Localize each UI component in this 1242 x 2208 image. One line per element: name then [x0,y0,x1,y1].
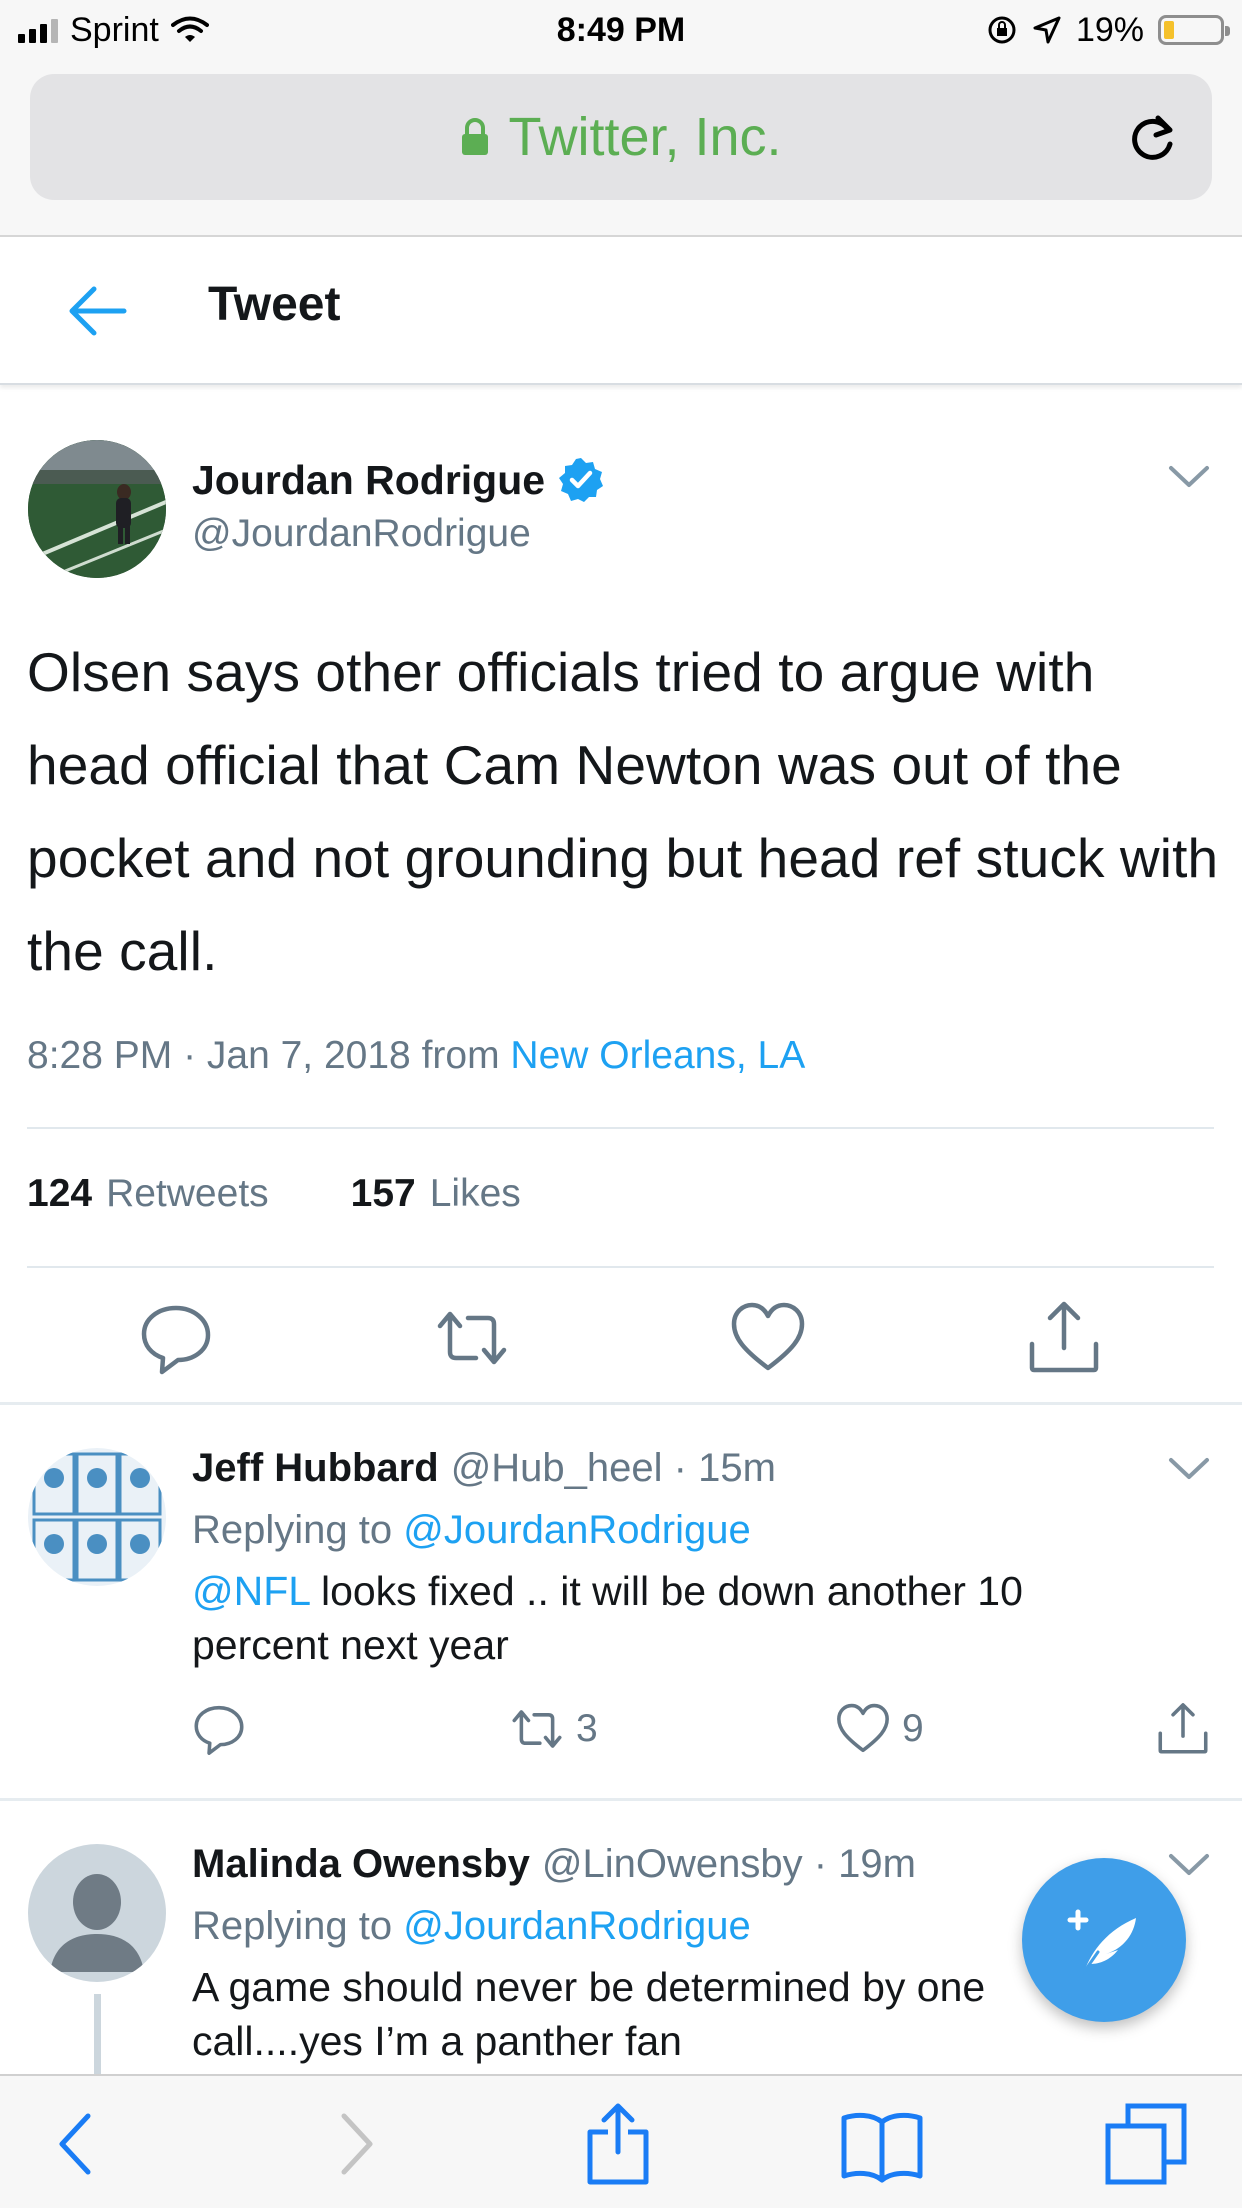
heart-icon[interactable] [730,1300,806,1376]
reply-time: · 15m [673,1446,776,1490]
replying-to-row: Replying to @JourdanRodrigue [192,1904,751,1949]
location-icon [1033,16,1061,44]
status-right: 19% [986,8,1230,52]
tweet-timestamp: 8:28 PM · Jan 7, 2018 from [27,1034,500,1077]
replying-to-row: Replying to @JourdanRodrigue [192,1508,751,1553]
back-icon[interactable] [36,2102,120,2186]
reload-icon[interactable] [1124,110,1180,166]
reply-author-name[interactable]: Jeff Hubbard [192,1446,439,1490]
retweet-count: 3 [576,1707,598,1750]
reply-author-name[interactable]: Malinda Owensby [192,1842,530,1886]
browser-address-area: Twitter, Inc. [0,62,1242,237]
battery-percent: 19% [1075,10,1144,49]
reply-header: Malinda Owensby @LinOwensby · 19m [192,1842,916,1887]
replying-prefix: Replying to [192,1904,393,1948]
divider [27,1266,1214,1268]
thread-line [94,1994,101,2074]
default-avatar-icon [28,1844,166,1982]
site-label-group[interactable]: Twitter, Inc. [30,74,1212,200]
browser-toolbar [0,2074,1242,2208]
avatar-photo [28,440,166,578]
site-name: Twitter, Inc. [508,107,782,167]
reply-icon[interactable] [138,1300,214,1376]
reply-avatar[interactable] [28,1844,166,1982]
compose-feather-icon [1067,1909,1136,1974]
retweet-icon[interactable] [434,1300,510,1376]
share-icon [1158,1703,1208,1754]
reply-body: looks fixed .. it will be down another 1… [192,1568,1023,1668]
tweet-stats: 124 Retweets 157 Likes [27,1172,521,1216]
share-icon[interactable] [576,2102,660,2186]
replying-to-link[interactable]: @JourdanRodrigue [403,1904,750,1948]
author-handle[interactable]: @JourdanRodrigue [192,512,531,556]
back-arrow-icon[interactable] [68,285,128,337]
mention-link[interactable]: @NFL [192,1568,310,1614]
tweet-timestamp-row: 8:28 PM · Jan 7, 2018 from New Orleans, … [27,1034,805,1078]
reply-body: A game should never be determined by one… [192,1964,986,2064]
verified-badge-icon [559,458,604,502]
lock-icon [462,118,489,155]
compose-tweet-button[interactable] [1022,1858,1186,2022]
share-icon[interactable] [1026,1300,1102,1376]
likes-label: Likes [429,1172,521,1215]
battery-icon [1158,15,1230,45]
reply-icon [194,1705,244,1755]
like-count: 9 [902,1707,924,1750]
chevron-down-icon[interactable] [1168,1852,1210,1878]
forward-icon[interactable] [312,2102,396,2186]
section-separator [0,1402,1242,1405]
replying-to-link[interactable]: @JourdanRodrigue [403,1508,750,1552]
retweet-icon [512,1710,562,1748]
author-name: Jourdan Rodrigue [192,456,546,503]
section-separator [0,1798,1242,1801]
likes-stat[interactable]: 157 Likes [351,1172,521,1216]
tweet-text: Olsen says other officials tried to argu… [27,641,1219,982]
tweet-location-link[interactable]: New Orleans, LA [510,1034,805,1077]
reply-author-handle[interactable]: @Hub_heel [451,1446,663,1490]
reply-time: · 19m [813,1842,916,1886]
like-action[interactable]: 9 [836,1702,924,1756]
tweet-actions [0,1300,1242,1380]
page-title: Tweet [208,278,341,331]
tabs-icon[interactable] [1104,2102,1188,2186]
avatar-image [28,1448,166,1586]
address-bar[interactable]: Twitter, Inc. [30,74,1212,200]
retweet-action[interactable]: 3 [510,1702,598,1756]
rotation-lock-icon [988,16,1016,44]
status-bar: Sprint 8:49 PM 19% [0,0,1242,62]
author-avatar[interactable] [28,440,166,578]
retweets-label: Retweets [106,1172,269,1215]
tweet-header: Tweet [0,237,1242,385]
retweets-count: 124 [27,1172,93,1215]
battery-fill [1164,21,1175,39]
reply-avatar[interactable] [28,1448,166,1586]
author-name-row[interactable]: Jourdan Rodrigue [192,456,605,504]
reply-action[interactable] [192,1702,246,1756]
replying-prefix: Replying to [192,1508,393,1552]
retweets-stat[interactable]: 124 Retweets [27,1172,269,1216]
reply-header: Jeff Hubbard @Hub_heel · 15m [192,1446,776,1491]
divider [27,1127,1214,1129]
chevron-down-icon[interactable] [1168,464,1210,490]
heart-icon [837,1703,889,1753]
reply-author-handle[interactable]: @LinOwensby [542,1842,803,1886]
reply-text: @NFL looks fixed .. it will be down anot… [192,1564,1092,1672]
share-action[interactable] [1156,1702,1210,1756]
bookmarks-icon[interactable] [840,2102,924,2186]
likes-count: 157 [350,1172,416,1215]
chevron-down-icon[interactable] [1168,1456,1210,1482]
